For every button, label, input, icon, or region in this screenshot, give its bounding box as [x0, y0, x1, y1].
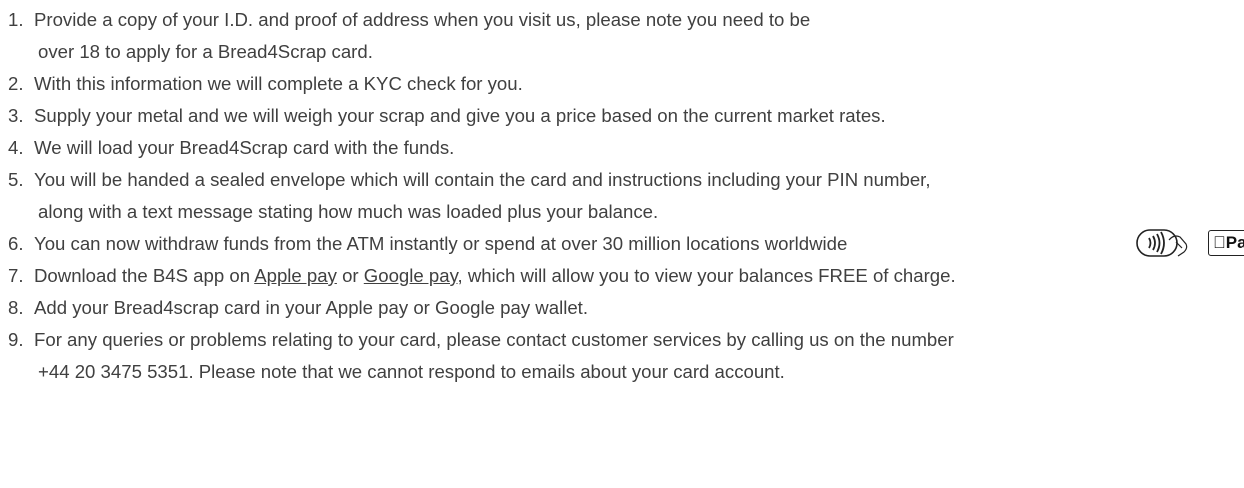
step-number: 7. [8, 265, 24, 286]
step-text: You can now withdraw funds from the ATM … [34, 233, 848, 254]
step-text: You will be handed a sealed envelope whi… [34, 169, 931, 190]
step-text: For any queries or problems relating to … [34, 329, 954, 350]
step-number: 3. [8, 105, 24, 126]
step-text-continued: along with a text message stating how mu… [38, 201, 659, 222]
step-number: 4. [8, 137, 24, 158]
apple-pay-link[interactable]: Apple pay [254, 265, 337, 286]
apple-pay-badge: Pay [1208, 230, 1244, 256]
contactless-icon [1136, 229, 1188, 257]
step-number: 5. [8, 169, 24, 190]
step-text: With this information we will complete a… [34, 73, 523, 94]
step-text-continued: over 18 to apply for a Bread4Scrap card. [38, 41, 373, 62]
google-pay-link[interactable]: Google pay [364, 265, 458, 286]
step-number: 9. [8, 329, 24, 350]
step-number: 6. [8, 233, 24, 254]
apple-pay-label: Pay [1213, 233, 1244, 252]
step-text: Provide a copy of your I.D. and proof of… [34, 9, 811, 30]
step-number: 2. [8, 73, 24, 94]
step-text: Download the B4S app on Apple pay or Goo… [34, 265, 956, 286]
step-number: 1. [8, 9, 24, 30]
step-text: Supply your metal and we will weigh your… [34, 105, 886, 126]
step-text: We will load your Bread4Scrap card with … [34, 137, 455, 158]
step-text-continued: +44 20 3475 5351. Please note that we ca… [38, 361, 785, 382]
step-text: Add your Bread4scrap card in your Apple … [34, 297, 588, 318]
step-number: 8. [8, 297, 24, 318]
apple-icon:  [1213, 233, 1226, 252]
